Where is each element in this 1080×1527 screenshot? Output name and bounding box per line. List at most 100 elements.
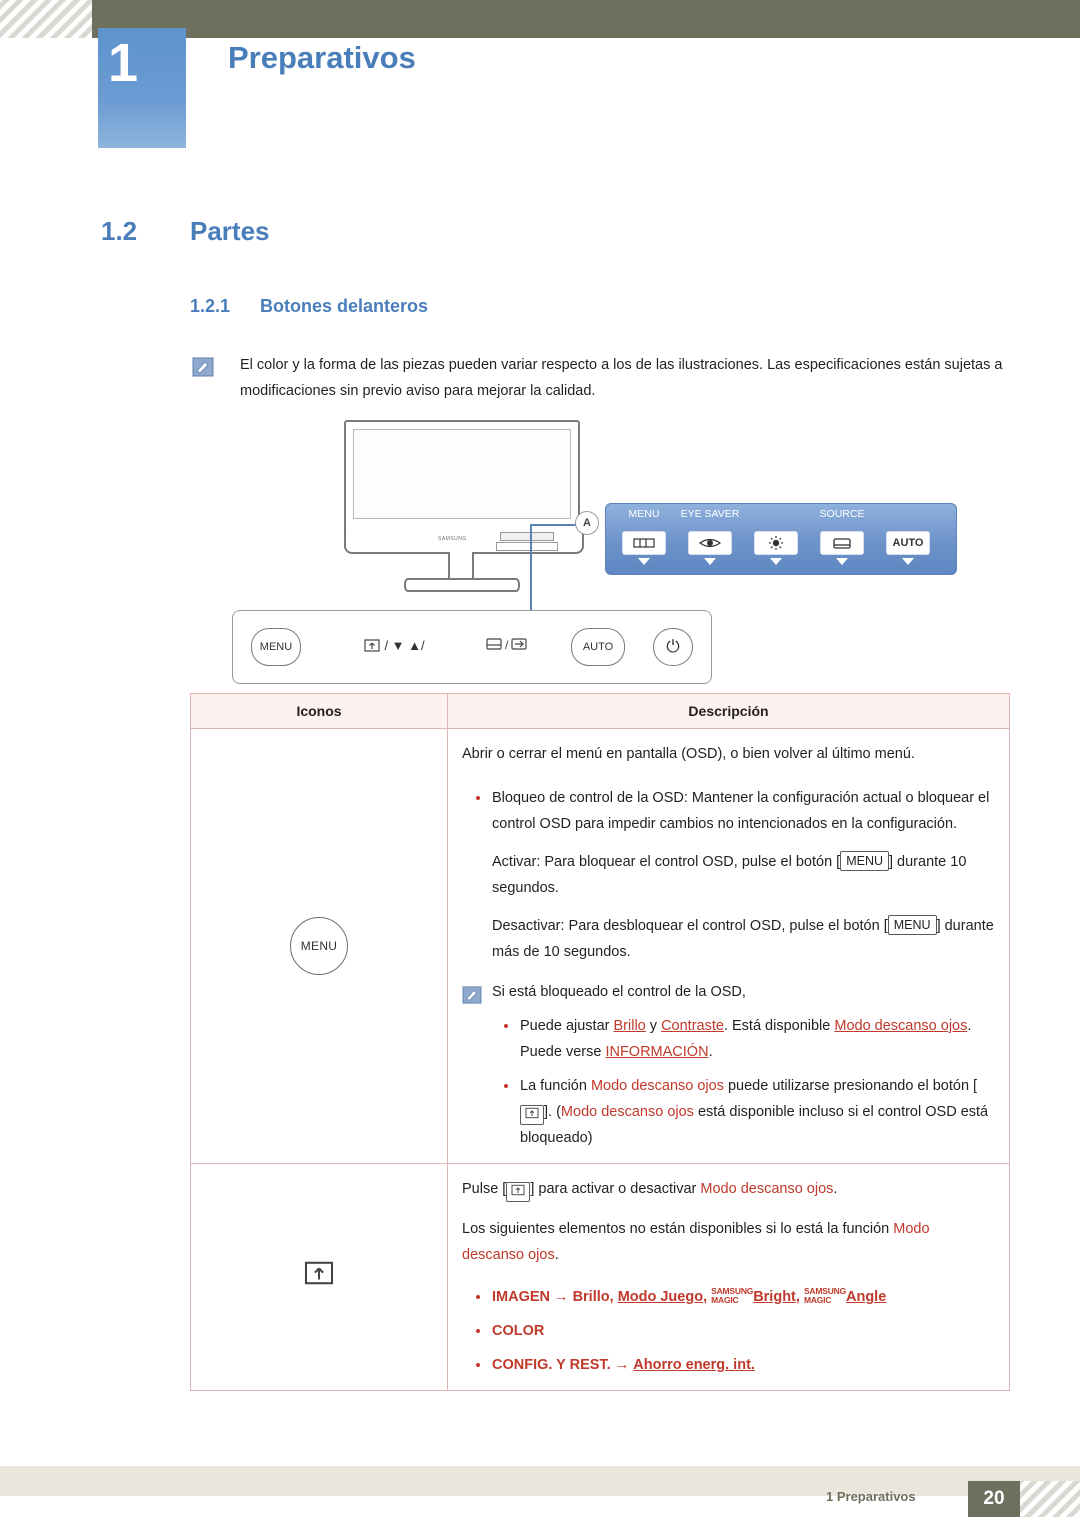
osd-item-eye-saver-label: EYE SAVER <box>680 508 740 520</box>
osd-triangle-icon <box>836 558 848 565</box>
desc-line: Abrir o cerrar el menú en pantalla (OSD)… <box>462 746 915 762</box>
note-text: El color y la forma de las piezas pueden… <box>240 357 1003 399</box>
term-config-rest: CONFIG. Y REST. <box>492 1357 611 1373</box>
footer-hatch-decoration <box>1020 1481 1080 1517</box>
term-brillo: Brillo <box>613 1018 646 1034</box>
term-modo-descanso-ojos: Modo descanso ojos <box>560 1104 694 1120</box>
desc-line-no-disponibles: Los siguientes elementos no están dispon… <box>462 1221 930 1263</box>
note-pencil-icon <box>462 986 482 1004</box>
chapter-number: 1 <box>108 33 139 93</box>
footer-page-number: 20 <box>968 1481 1020 1517</box>
osd-item-auto-label <box>878 509 938 531</box>
arrow-icon: → <box>554 1289 569 1305</box>
term-imagen: IMAGEN <box>492 1289 550 1305</box>
table-header-row: Iconos Descripción <box>190 693 1010 729</box>
monitor-button-area-bottom <box>496 542 558 551</box>
desc-bullet-config: CONFIG. Y REST. → Ahorro energ. int. <box>462 1352 995 1378</box>
osd-triangle-icon <box>638 558 650 565</box>
front-button-strip: MENU / ▼ ▲/ / AUTO ⏻ <box>232 610 712 684</box>
osd-item-source-label: SOURCE <box>819 508 865 520</box>
desc-line-pulse: Pulse [] para activar o desactivar Modo … <box>462 1176 995 1202</box>
strip-nav-label: / ▼ ▲/ <box>384 638 425 653</box>
osd-item-source: SOURCE <box>812 509 872 565</box>
section-number: 1.2 <box>101 216 138 246</box>
magic-brand-bottom: MAGIC <box>711 1295 739 1305</box>
strip-source-enter-button[interactable]: / <box>481 628 533 664</box>
monitor-brand-label: SAMSUNG <box>438 536 467 542</box>
osd-item-brightness <box>746 509 806 565</box>
monitor-screen <box>344 420 580 532</box>
callout-line-vertical <box>530 524 532 550</box>
footer-chapter-label: 1 Preparativos <box>826 1489 916 1504</box>
desc-note-block: Si está bloqueado el control de la OSD, <box>462 979 995 1005</box>
desc-desactivar-line: Desactivar: Para desbloquear el control … <box>462 913 995 965</box>
footer-bar <box>0 1466 1080 1496</box>
auto-key-icon: AUTO <box>886 531 930 555</box>
term-informacion: INFORMACIÓN <box>605 1044 709 1060</box>
row-eye-saver-icon-cell <box>190 1163 448 1391</box>
eye-saver-key-icon <box>506 1182 531 1202</box>
term-contraste: Contraste <box>661 1018 724 1034</box>
monitor-illustration: SAMSUNG <box>330 420 590 592</box>
term-angle: Angle <box>845 1289 887 1305</box>
monitor-screen-inner <box>353 429 571 519</box>
strip-auto-button[interactable]: AUTO <box>571 628 625 666</box>
osd-triangle-icon <box>704 558 716 565</box>
section-title: Partes <box>190 216 270 246</box>
magic-brand-mark: SAMSUNG MAGIC <box>804 1287 846 1305</box>
strip-power-button[interactable]: ⏻ <box>653 628 693 666</box>
term-ahorro-energ: Ahorro energ. int. <box>633 1357 755 1373</box>
strip-menu-button[interactable]: MENU <box>251 628 301 666</box>
desc-bullet-imagen: IMAGEN → Brillo, Modo Juego, SAMSUNG MAGI… <box>462 1284 995 1310</box>
power-icon: ⏻ <box>666 637 680 656</box>
term-modo-descanso-ojos: Modo descanso ojos <box>462 1221 930 1263</box>
note-pencil-icon <box>192 357 214 377</box>
osd-triangle-icon <box>902 558 914 565</box>
row-menu-icon-cell: MENU <box>190 728 448 1164</box>
osd-item-menu: MENU <box>614 509 674 565</box>
table-row: MENU Abrir o cerrar el menú en pantalla … <box>190 728 1010 1164</box>
term-modo-descanso-ojos: Modo descanso ojos <box>700 1181 834 1197</box>
subsection-number: 1.2.1 <box>190 296 231 316</box>
osd-item-eye-saver: EYE SAVER <box>680 509 740 565</box>
callout-marker-a: A <box>575 511 599 535</box>
osd-item-menu-label: MENU <box>628 508 660 520</box>
desc-activar-line: Activar: Para bloquear el control OSD, p… <box>462 849 995 901</box>
desc-note-text: Si está bloqueado el control de la OSD, <box>492 984 746 1000</box>
brightness-icon <box>754 531 798 555</box>
osd-item-auto: AUTO <box>878 509 938 565</box>
desc-bullet-color: COLOR <box>462 1318 995 1344</box>
header-hatch-decoration <box>0 0 92 38</box>
callout-line-horizontal <box>530 524 576 526</box>
osd-preview-bar: MENU EYE SAVER SOURCE AUTO <box>605 503 957 575</box>
monitor-button-area-top <box>500 532 554 541</box>
menu-key-inline: MENU <box>887 915 937 935</box>
menu-button-icon: MENU <box>290 917 348 975</box>
source-icon <box>820 531 864 555</box>
strip-navigation-buttons[interactable]: / ▼ ▲/ <box>333 628 455 664</box>
eye-saver-button-icon <box>302 1261 336 1290</box>
eye-saver-glyph <box>363 639 384 653</box>
term-brillo: Brillo <box>572 1289 610 1305</box>
term-modo-descanso-ojos: Modo descanso ojos <box>590 1078 724 1094</box>
monitor-stand-base <box>404 578 520 592</box>
magic-brand-bottom: MAGIC <box>803 1295 832 1305</box>
term-bright: Bright <box>753 1289 796 1305</box>
arrow-icon: → <box>614 1357 630 1373</box>
eye-icon <box>688 531 732 555</box>
desc-bullet: Bloqueo de control de la OSD: Mantener l… <box>462 785 995 837</box>
magic-brand-mark: SAMSUNG MAGIC <box>711 1287 753 1305</box>
osd-item-brightness-label <box>746 509 806 531</box>
row-eye-saver-description-cell: Pulse [] para activar o desactivar Modo … <box>447 1163 1010 1391</box>
menu-bars-icon <box>622 531 666 555</box>
chapter-title: Preparativos <box>228 40 416 75</box>
menu-key-inline: MENU <box>840 851 889 871</box>
subsection-title: Botones delanteros <box>260 296 429 316</box>
term-modo-juego: Modo Juego <box>617 1289 704 1305</box>
table-header-iconos: Iconos <box>190 693 448 729</box>
svg-text:/: / <box>505 638 509 652</box>
desc-sub-bullet-1: Puede ajustar Brillo y Contraste. Está d… <box>462 1013 995 1065</box>
desc-sub-bullet-2: La función Modo descanso ojos puede util… <box>462 1073 995 1151</box>
term-modo-descanso-ojos: Modo descanso ojos <box>834 1018 968 1034</box>
eye-saver-key-icon <box>520 1105 544 1125</box>
